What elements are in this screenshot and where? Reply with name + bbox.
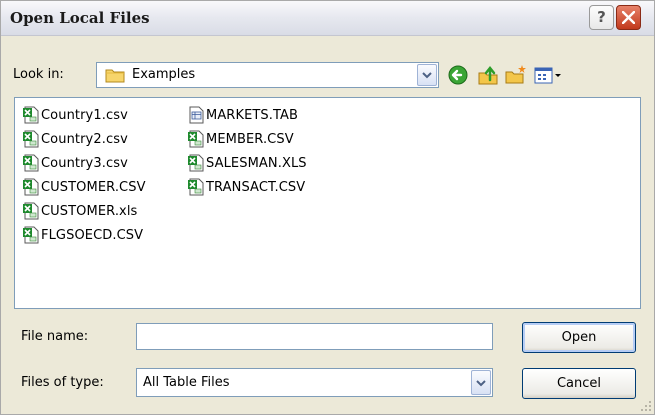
file-name-input[interactable]	[136, 323, 493, 350]
file-name: CUSTOMER.xls	[41, 204, 138, 219]
excel-file-icon	[188, 154, 204, 172]
new-folder-icon	[505, 65, 526, 84]
up-one-level-button[interactable]	[476, 63, 500, 87]
files-of-type-dropdown[interactable]: All Table Files	[136, 368, 493, 397]
files-of-type-value: All Table Files	[143, 375, 230, 390]
excel-file-icon	[188, 178, 204, 196]
excel-file-icon	[23, 130, 39, 148]
help-button[interactable]: ?	[589, 5, 614, 30]
excel-file-icon	[23, 202, 39, 220]
files-of-type-label: Files of type:	[21, 375, 104, 390]
cancel-button[interactable]: Cancel	[522, 368, 636, 399]
look-in-dropdown-arrow[interactable]	[417, 64, 437, 86]
file-list[interactable]: Country1.csv Country2.csv Country3.csv C…	[14, 97, 641, 309]
files-of-type-dropdown-arrow[interactable]	[471, 370, 491, 395]
file-name-label: File name:	[21, 329, 89, 344]
folder-up-icon	[478, 65, 498, 85]
view-menu-icon	[534, 67, 561, 84]
look-in-dropdown[interactable]: Examples	[96, 62, 439, 88]
excel-file-icon	[23, 106, 39, 124]
title-bar[interactable]: Open Local Files ?	[1, 1, 654, 36]
back-arrow-icon	[448, 65, 468, 85]
look-in-value: Examples	[132, 67, 196, 82]
file-name: FLGSOECD.CSV	[41, 228, 144, 243]
chevron-down-icon	[476, 380, 486, 387]
window-title: Open Local Files	[10, 9, 150, 27]
file-name: Country1.csv	[41, 108, 128, 123]
excel-file-icon	[188, 130, 204, 148]
file-name: Country3.csv	[41, 156, 128, 171]
folder-icon	[105, 69, 125, 83]
file-name: TRANSACT.CSV	[206, 180, 306, 195]
new-folder-button[interactable]	[504, 63, 528, 87]
file-name: CUSTOMER.CSV	[41, 180, 146, 195]
look-in-label: Look in:	[13, 67, 64, 82]
open-button[interactable]: Open	[522, 322, 636, 353]
chevron-down-icon	[422, 72, 432, 79]
resize-grip-icon[interactable]	[640, 400, 652, 412]
file-name: Country2.csv	[41, 132, 128, 147]
file-name: SALESMAN.XLS	[206, 156, 307, 171]
back-button[interactable]	[446, 63, 470, 87]
file-name: MARKETS.TAB	[206, 108, 299, 123]
file-name: MEMBER.CSV	[206, 132, 294, 147]
excel-file-icon	[23, 154, 39, 172]
view-menu-button[interactable]	[533, 63, 565, 87]
close-icon	[622, 11, 635, 24]
help-icon: ?	[597, 8, 606, 26]
generic-file-icon	[189, 106, 204, 124]
excel-file-icon	[23, 178, 39, 196]
excel-file-icon	[23, 226, 39, 244]
open-file-dialog: Open Local Files ? Look in: Examples Cou…	[0, 0, 655, 415]
close-button[interactable]	[616, 5, 641, 30]
